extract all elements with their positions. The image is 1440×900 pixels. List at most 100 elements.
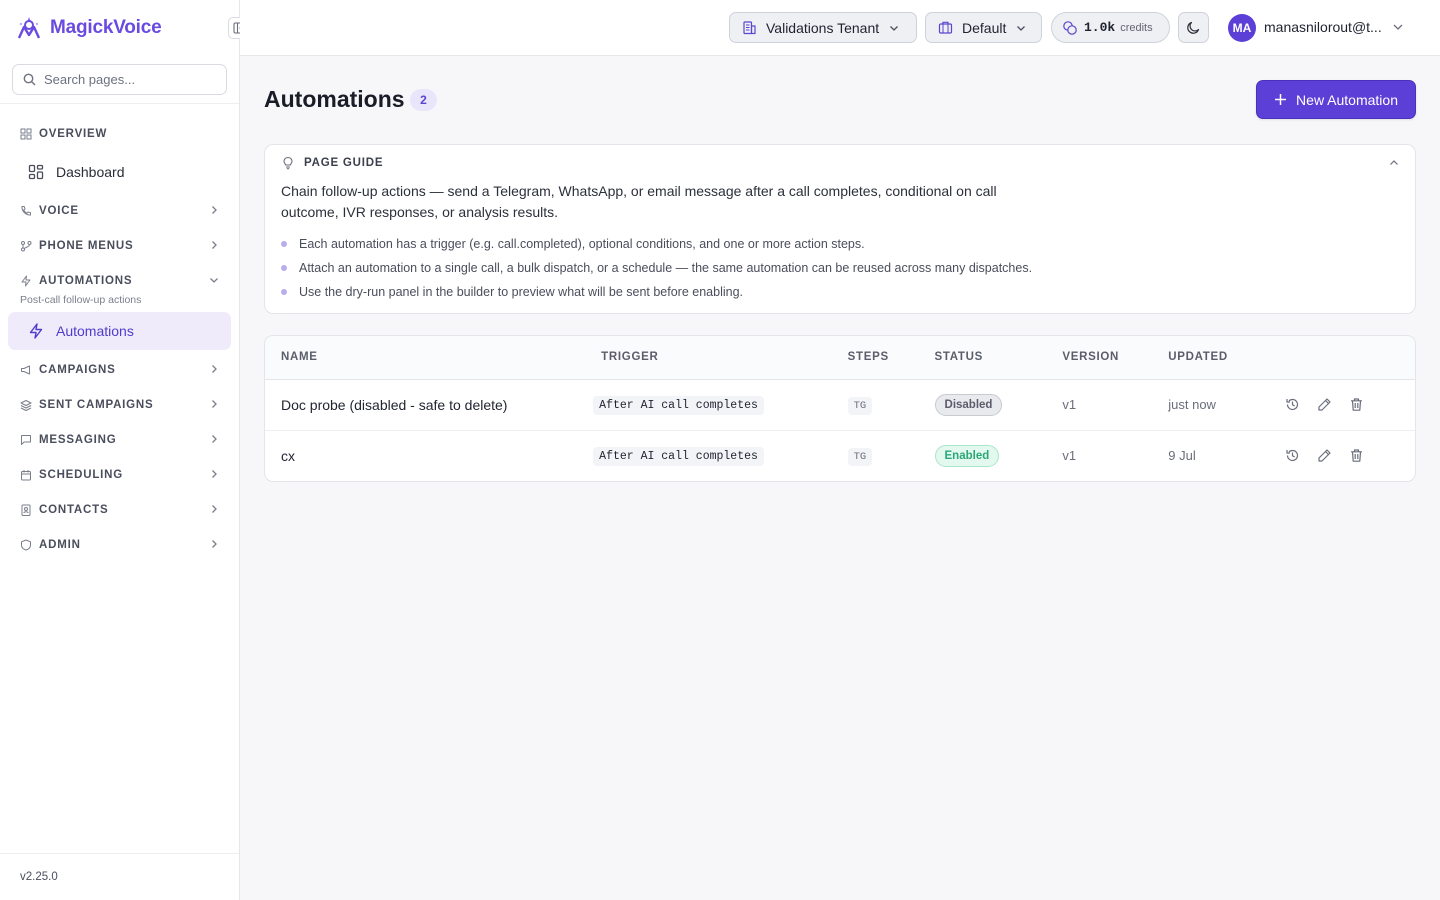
cell-trigger: After AI call completes: [585, 430, 831, 481]
shield-icon: [20, 539, 32, 551]
list-item: Use the dry-run panel in the builder to …: [281, 280, 1399, 304]
history-button[interactable]: [1283, 396, 1301, 414]
pencil-icon: [1318, 398, 1331, 411]
chevron-right-icon: [212, 365, 217, 373]
page-header: Automations 2 New Automation: [264, 56, 1416, 144]
cell-status: Enabled: [919, 430, 1047, 481]
sidebar-section-automations[interactable]: AUTOMATIONS: [8, 263, 231, 298]
user-email[interactable]: manasnilorout@t...: [1264, 19, 1386, 35]
workspace-selector[interactable]: Default: [925, 12, 1042, 43]
table-row[interactable]: cx After AI call completes TG Enabled v1…: [265, 430, 1415, 481]
edit-button[interactable]: [1315, 447, 1333, 465]
search-icon: [23, 73, 36, 86]
main-content: Automations 2 New Automation PAGE GUIDE …: [264, 56, 1416, 482]
list-item: Each automation has a trigger (e.g. call…: [281, 232, 1399, 256]
cell-trigger: After AI call completes: [585, 379, 831, 430]
chevron-down-icon: [889, 23, 899, 33]
section-label: OVERVIEW: [39, 127, 108, 140]
page-guide-header[interactable]: PAGE GUIDE: [281, 145, 1399, 181]
search-box[interactable]: [12, 64, 227, 95]
chat-icon: [20, 434, 32, 446]
avatar[interactable]: MA: [1228, 14, 1256, 42]
sidebar-section-voice[interactable]: VOICE: [8, 193, 231, 228]
tenant-name: Validations Tenant: [766, 19, 880, 36]
chevron-right-icon: [212, 400, 217, 408]
step-chip: TG: [847, 396, 873, 415]
sidebar-section-sent-campaigns[interactable]: SENT CAMPAIGNS: [8, 387, 231, 422]
magickvoice-logo-icon[interactable]: [16, 15, 42, 41]
trash-icon: [1350, 449, 1362, 463]
edit-button[interactable]: [1315, 396, 1333, 414]
sidebar-nav: OVERVIEW Dashboard VOICE PHONE MENUS AUT…: [0, 104, 239, 562]
count-badge: 2: [410, 89, 437, 111]
chevron-down-icon: [1016, 23, 1026, 33]
cell-status: Disabled: [919, 379, 1047, 430]
tenant-selector[interactable]: Validations Tenant: [729, 12, 917, 43]
column-header-status[interactable]: STATUS: [919, 336, 1047, 379]
chevron-right-icon: [212, 470, 217, 478]
column-header-updated[interactable]: UPDATED: [1152, 336, 1267, 379]
history-icon: [1286, 398, 1298, 411]
contacts-icon: [20, 504, 32, 516]
cell-name[interactable]: Doc probe (disabled - safe to delete): [265, 379, 585, 430]
sidebar-item-automations[interactable]: Automations: [8, 312, 231, 350]
table-header-row: NAME TRIGGER STEPS STATUS VERSION UPDATE…: [265, 336, 1415, 379]
credits-value: 1.0k: [1084, 20, 1116, 35]
sidebar-section-admin[interactable]: ADMIN: [8, 527, 231, 562]
column-header-steps[interactable]: STEPS: [832, 336, 919, 379]
app-version: v2.25.0: [0, 853, 239, 900]
chevron-up-icon[interactable]: [1389, 158, 1399, 168]
page-guide-title: PAGE GUIDE: [304, 157, 384, 169]
bullet-text: Attach an automation to a single call, a…: [299, 261, 1033, 275]
search-input[interactable]: [44, 72, 214, 87]
sidebar-section-campaigns[interactable]: CAMPAIGNS: [8, 352, 231, 387]
sidebar-section-phone-menus[interactable]: PHONE MENUS: [8, 228, 231, 263]
status-badge: Disabled: [934, 393, 1003, 416]
bullet-text: Each automation has a trigger (e.g. call…: [299, 237, 865, 251]
new-automation-label: New Automation: [1296, 91, 1398, 108]
column-header-name[interactable]: NAME: [265, 336, 585, 379]
history-button[interactable]: [1283, 447, 1301, 465]
lightbulb-icon: [281, 156, 295, 170]
sidebar-section-overview[interactable]: OVERVIEW: [8, 116, 231, 151]
top-bar: Validations Tenant Default 1.0k credits …: [240, 0, 1440, 56]
column-header-version[interactable]: VERSION: [1046, 336, 1152, 379]
delete-button[interactable]: [1347, 447, 1365, 465]
column-header-trigger[interactable]: TRIGGER: [585, 336, 831, 379]
lightning-icon: [28, 323, 44, 339]
page-guide-list: Each automation has a trigger (e.g. call…: [281, 232, 1399, 304]
cell-version: v1: [1062, 397, 1077, 412]
section-label: CONTACTS: [39, 503, 109, 516]
megaphone-icon: [20, 364, 32, 376]
list-item: Attach an automation to a single call, a…: [281, 256, 1399, 280]
step-chip: TG: [847, 447, 873, 466]
section-label: SENT CAMPAIGNS: [39, 398, 154, 411]
sidebar-item-dashboard[interactable]: Dashboard: [8, 153, 231, 191]
table-row[interactable]: Doc probe (disabled - safe to delete) Af…: [265, 379, 1415, 430]
automations-table: NAME TRIGGER STEPS STATUS VERSION UPDATE…: [265, 336, 1415, 481]
bullet-dot: [281, 265, 287, 271]
cell-name[interactable]: cx: [265, 430, 585, 481]
app-name[interactable]: MagickVoice: [50, 17, 162, 39]
sidebar-section-messaging[interactable]: MESSAGING: [8, 422, 231, 457]
page-guide: PAGE GUIDE Chain follow-up actions — sen…: [264, 144, 1416, 314]
theme-toggle-button[interactable]: [1178, 12, 1209, 43]
new-automation-button[interactable]: New Automation: [1256, 80, 1416, 119]
bullet-dot: [281, 289, 287, 295]
chevron-down-icon[interactable]: [1392, 21, 1404, 33]
credits-label: credits: [1120, 21, 1153, 34]
chevron-right-icon: [212, 206, 217, 214]
credits-indicator[interactable]: 1.0k credits: [1051, 12, 1170, 43]
section-label: PHONE MENUS: [39, 239, 134, 252]
cell-version: v1: [1062, 448, 1077, 464]
dashboard-icon: [28, 164, 44, 180]
page-guide-description: Chain follow-up actions — send a Telegra…: [281, 183, 997, 220]
phone-menu-icon: [20, 240, 32, 252]
sidebar-section-contacts[interactable]: CONTACTS: [8, 492, 231, 527]
history-icon: [1286, 450, 1298, 462]
sidebar: MagickVoice OVERVIEW Dashboard VOICE PHO…: [0, 0, 250, 900]
calendar-icon: [20, 469, 32, 481]
delete-button[interactable]: [1347, 396, 1365, 414]
brand: MagickVoice: [0, 0, 250, 56]
sidebar-section-scheduling[interactable]: SCHEDULING: [8, 457, 231, 492]
